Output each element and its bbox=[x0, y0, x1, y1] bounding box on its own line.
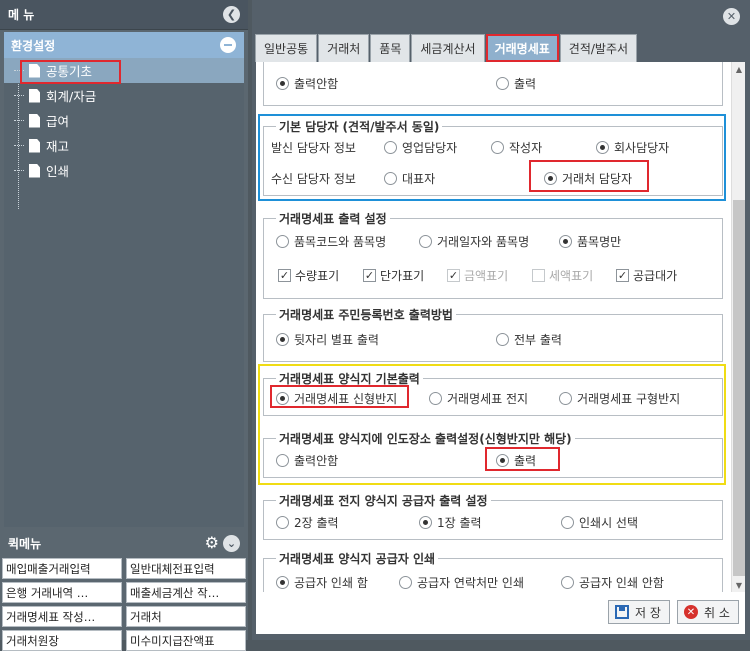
tab-bar: 일반공통 거래처 품목 세금계산서 거래명세표 견적/발주서 bbox=[255, 34, 638, 62]
tree-item-common[interactable]: 공통기초 bbox=[4, 58, 244, 84]
tree-group-settings[interactable]: 환경설정 bbox=[4, 32, 244, 58]
radio-old-half-form[interactable]: 거래명세표 구형반지 bbox=[559, 390, 680, 407]
check-unit-price[interactable]: ✓ 단가표기 bbox=[363, 267, 424, 284]
radio-code-and-name[interactable]: 품목코드와 품목명 bbox=[276, 233, 386, 250]
section-title: 기본 담당자 (견적/발주서 동일) bbox=[276, 118, 443, 135]
radio-sales-manager[interactable]: 영업담당자 bbox=[384, 139, 457, 156]
radio-print-one[interactable]: 1장 출력 bbox=[419, 514, 482, 531]
radio-select-on-print[interactable]: 인쇄시 선택 bbox=[561, 514, 638, 531]
highlight-box bbox=[270, 385, 409, 408]
cancel-icon: ✕ bbox=[684, 605, 698, 619]
menu-header: 메 뉴 ❮ bbox=[0, 0, 248, 30]
quick-item[interactable]: 은행 거래내역 … bbox=[2, 582, 122, 603]
tab-general[interactable]: 일반공통 bbox=[255, 34, 318, 62]
highlight-box bbox=[529, 160, 649, 192]
gear-icon[interactable]: ⚙ bbox=[205, 535, 219, 551]
highlight-box bbox=[20, 60, 121, 84]
menu-tree: 환경설정 공통기초 회계/자금 급여 재고 인쇄 bbox=[4, 32, 244, 527]
close-icon[interactable]: ✕ bbox=[723, 8, 740, 25]
radio-company-manager[interactable]: 회사담당자 bbox=[596, 139, 669, 156]
scroll-up-icon[interactable]: ▲ bbox=[732, 62, 746, 76]
tree-item-payroll[interactable]: 급여 bbox=[4, 108, 244, 133]
tab-transaction-statement[interactable]: 거래명세표 bbox=[485, 34, 559, 62]
radio-representative[interactable]: 대표자 bbox=[384, 170, 435, 187]
scroll-down-icon[interactable]: ▼ bbox=[732, 578, 746, 592]
quick-item[interactable]: 매입매출거래입력 bbox=[2, 558, 122, 579]
tree-group-label: 환경설정 bbox=[11, 38, 56, 53]
quick-menu-grid: 매입매출거래입력 일반대체전표입력 은행 거래내역 … 매출세금계산 작… 거래… bbox=[2, 558, 246, 651]
quick-item[interactable]: 매출세금계산 작… bbox=[126, 582, 246, 603]
tab-tax-invoice[interactable]: 세금계산서 bbox=[411, 34, 485, 62]
tab-content: 출력안함 출력 기본 담당자 (견적/발주서 동일) 발신 담당자 정보 영업담… bbox=[256, 62, 745, 634]
group-ssn-method: 거래명세표 주민등록번호 출력방법 뒷자리 별표 출력 전부 출력 bbox=[263, 306, 723, 362]
group-print-settings: 거래명세표 출력 설정 품목코드와 품목명 거래일자와 품목명 품목명만 ✓ 수… bbox=[263, 210, 723, 299]
radio-full-ssn[interactable]: 전부 출력 bbox=[496, 331, 562, 348]
radio-writer[interactable]: 작성자 bbox=[491, 139, 542, 156]
radio-print-contact-only[interactable]: 공급자 연락처만 인쇄 bbox=[399, 574, 524, 591]
group-supplier-print: 거래명세표 양식지 공급자 인쇄 공급자 인쇄 함 공급자 연락처만 인쇄 공급… bbox=[263, 550, 723, 592]
section-title: 거래명세표 양식지 공급자 인쇄 bbox=[276, 550, 439, 567]
quick-menu-title: 퀵메뉴 bbox=[8, 536, 42, 551]
tab-items[interactable]: 품목 bbox=[370, 34, 411, 62]
collapse-left-icon[interactable]: ❮ bbox=[223, 6, 240, 23]
document-icon bbox=[29, 163, 40, 178]
sender-label: 발신 담당자 정보 bbox=[271, 141, 356, 155]
section-title: 거래명세표 주민등록번호 출력방법 bbox=[276, 306, 456, 323]
section-title: 거래명세표 전지 양식지 공급자 출력 설정 bbox=[276, 492, 491, 509]
group-full-sheet-supplier: 거래명세표 전지 양식지 공급자 출력 설정 2장 출력 1장 출력 인쇄시 선… bbox=[263, 492, 723, 540]
check-amount[interactable]: ✓ 금액표기 bbox=[447, 267, 508, 284]
radio-full-form[interactable]: 거래명세표 전지 bbox=[429, 390, 528, 407]
check-tax[interactable]: 세액표기 bbox=[532, 267, 593, 284]
radio-delivery-no-print[interactable]: 출력안함 bbox=[276, 452, 338, 469]
document-icon bbox=[29, 88, 40, 103]
tree-item-accounting[interactable]: 회계/자금 bbox=[4, 83, 244, 108]
section-title: 거래명세표 양식지에 인도장소 출력설정(신형반지만 해당) bbox=[276, 430, 575, 447]
settings-dialog: ✕ 일반공통 거래처 품목 세금계산서 거래명세표 견적/발주서 출력안함 출력 bbox=[252, 0, 750, 640]
section-title: 거래명세표 출력 설정 bbox=[276, 210, 390, 227]
quick-item[interactable]: 거래처원장 bbox=[2, 630, 122, 651]
group-top-partial: 출력안함 출력 bbox=[263, 62, 723, 106]
scroll-thumb[interactable] bbox=[733, 200, 745, 576]
check-quantity[interactable]: ✓ 수량표기 bbox=[278, 267, 339, 284]
vertical-scrollbar[interactable]: ▲ ▼ bbox=[731, 62, 745, 592]
tree-item-label: 회계/자금 bbox=[46, 89, 97, 104]
radio-date-and-name[interactable]: 거래일자와 품목명 bbox=[419, 233, 529, 250]
collapse-group-icon[interactable] bbox=[220, 37, 236, 53]
document-icon bbox=[29, 113, 40, 128]
highlight-box bbox=[485, 447, 560, 471]
group-default-manager: 기본 담당자 (견적/발주서 동일) 발신 담당자 정보 영업담당자 작성자 회… bbox=[263, 118, 723, 196]
quick-menu-header: 퀵메뉴 ⚙ ⌄ bbox=[0, 530, 248, 556]
radio-name-only[interactable]: 품목명만 bbox=[559, 233, 621, 250]
quick-item[interactable]: 거래명세표 작성… bbox=[2, 606, 122, 627]
tree-item-label: 인쇄 bbox=[46, 164, 70, 179]
document-icon bbox=[29, 138, 40, 153]
tab-clients[interactable]: 거래처 bbox=[318, 34, 370, 62]
radio-top-no-print[interactable]: 출력안함 bbox=[276, 75, 338, 92]
radio-top-print[interactable]: 출력 bbox=[496, 75, 536, 92]
quick-item[interactable]: 일반대체전표입력 bbox=[126, 558, 246, 579]
save-button[interactable]: 저 장 bbox=[608, 600, 670, 624]
cancel-button[interactable]: ✕ 취 소 bbox=[677, 600, 739, 624]
receiver-label: 수신 담당자 정보 bbox=[271, 172, 356, 186]
tree-item-label: 급여 bbox=[46, 114, 70, 129]
tree-item-print[interactable]: 인쇄 bbox=[4, 158, 244, 183]
quick-item[interactable]: 거래처 bbox=[126, 606, 246, 627]
chevron-down-icon[interactable]: ⌄ bbox=[223, 534, 240, 552]
left-menu-panel: 메 뉴 ❮ 환경설정 공통기초 회계/자금 급여 재고 인쇄 퀵메뉴 ⚙ ⌄ 매… bbox=[0, 0, 248, 651]
radio-print-supplier[interactable]: 공급자 인쇄 함 bbox=[276, 574, 368, 591]
radio-print-two[interactable]: 2장 출력 bbox=[276, 514, 339, 531]
tree-item-label: 재고 bbox=[46, 139, 70, 154]
tab-quote-order[interactable]: 견적/발주서 bbox=[559, 34, 638, 62]
radio-mask-ssn[interactable]: 뒷자리 별표 출력 bbox=[276, 331, 379, 348]
quick-item[interactable]: 미수미지급잔액표 bbox=[126, 630, 246, 651]
radio-no-supplier[interactable]: 공급자 인쇄 안함 bbox=[561, 574, 664, 591]
check-supply-total[interactable]: ✓ 공급대가 bbox=[616, 267, 677, 284]
menu-title: 메 뉴 bbox=[8, 8, 35, 22]
save-icon bbox=[615, 605, 629, 619]
tree-item-inventory[interactable]: 재고 bbox=[4, 133, 244, 158]
settings-scroll-area[interactable]: 출력안함 출력 기본 담당자 (견적/발주서 동일) 발신 담당자 정보 영업담… bbox=[256, 62, 731, 592]
